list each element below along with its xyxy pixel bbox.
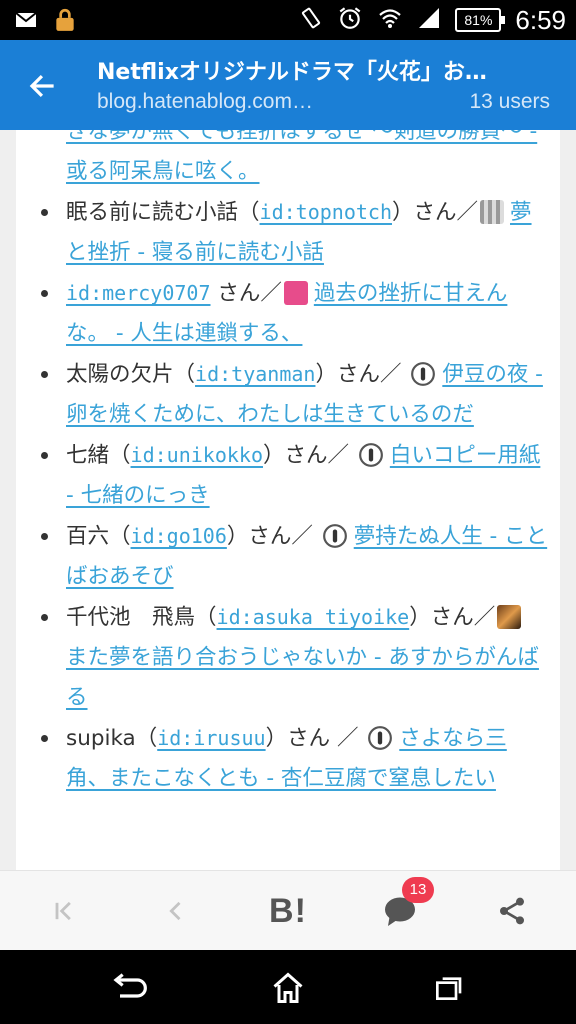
bottom-toolbar: B! [0,870,576,950]
hatena-bookmark-button[interactable]: B! [258,881,318,941]
hatena-blog-icon [410,361,436,387]
system-nav-bar [0,950,576,1024]
content-area: きな夢が無くても挫折はするぜ ～剣道の勝負～ - 或る阿呆鳥に呟く。 眠る前に読… [0,130,576,870]
page-title: Netflixオリジナルドラマ「火花」お… [97,60,487,85]
user-id-link[interactable]: id:topnotch [260,200,392,224]
user-name: supika [66,726,136,751]
nav-back-button[interactable] [98,960,158,1016]
first-page-icon [55,901,71,921]
app-bar: Netflixオリジナルドラマ「火花」お… blog.hatenablog.co… [0,40,576,130]
user-name: 太陽の欠片 [66,362,174,387]
recents-icon [436,977,462,1000]
home-icon [273,972,303,1003]
vibrate-icon [299,6,323,34]
comment-count-badge: 13 [402,877,434,903]
signal-icon [417,6,441,34]
back-button[interactable] [18,62,66,110]
hatena-bookmark-icon: B! [269,891,307,930]
list-item: きな夢が無くても挫折はするぜ ～剣道の勝負～ - 或る阿呆鳥に呟く。 [16,130,560,192]
wifi-icon [377,6,403,34]
first-page-button[interactable] [34,881,94,941]
alarm-icon [337,5,363,35]
lock-icon [52,7,78,37]
user-name: 百六 [66,524,110,549]
share-button[interactable] [482,881,542,941]
hatena-blog-icon [367,725,393,751]
user-id-link[interactable]: id:go106 [131,524,227,548]
battery-icon: 81% [455,8,506,32]
back-nav-icon [113,973,147,998]
hatena-blog-icon [322,523,348,549]
prev-icon [169,901,181,921]
share-icon [500,897,524,925]
blog-favicon-icon [480,200,505,224]
nav-home-button[interactable] [258,960,318,1016]
nav-recents-button[interactable] [418,960,478,1016]
article-card: きな夢が無くても挫折はするぜ ～剣道の勝負～ - 或る阿呆鳥に呟く。 眠る前に読… [16,130,560,870]
user-name: 眠る前に読む小話 [66,200,239,225]
related-entries-list: きな夢が無くても挫折はするぜ ～剣道の勝負～ - 或る阿呆鳥に呟く。 眠る前に読… [16,130,560,799]
list-item: supika（id:irusuu）さん ／ さよなら三角、またこなくとも - 杏… [16,718,560,799]
user-id-link[interactable]: id:irusuu [157,726,265,750]
users-count[interactable]: 13 users [469,90,550,114]
page-url: blog.hatenablog.com… [97,90,313,113]
entry-link[interactable]: また夢を語り合おうじゃないか - あすからがんばる [66,645,539,710]
list-item: 眠る前に読む小話（id:topnotch）さん／ 夢と挫折 - 寝る前に読む小話 [16,192,560,273]
user-name: 七緒 [66,443,110,468]
user-id-link[interactable]: id:unikokko [131,443,263,467]
hatena-blog-icon [358,442,384,468]
user-id-link[interactable]: id:asuka_tiyoike [217,605,410,629]
user-name: 千代池 飛鳥 [66,605,196,630]
entry-link[interactable]: きな夢が無くても挫折はするぜ ～剣道の勝負～ - 或る阿呆鳥に呟く。 [66,130,537,184]
status-bar: 81% 6:59 [0,0,576,40]
list-item: id:mercy0707 さん／ 過去の挫折に甘えんな。 - 人生は連鎖する、 [16,273,560,354]
list-item: 千代池 飛鳥（id:asuka_tiyoike）さん／また夢を語り合おうじゃない… [16,597,560,718]
user-id-link[interactable]: id:tyanman [195,362,315,386]
list-item: 百六（id:go106）さん／ 夢持たぬ人生 - ことばおあそび [16,516,560,597]
blog-favicon-icon [283,281,308,305]
blog-favicon-icon [497,605,522,629]
arrow-left-icon [29,74,54,98]
list-item: 太陽の欠片（id:tyanman）さん／ 伊豆の夜 - 卵を焼くために、わたしは… [16,354,560,435]
mail-icon [14,8,38,36]
prev-button[interactable] [146,881,206,941]
list-item: 七緒（id:unikokko）さん／ 白いコピー用紙 - 七緒のにっき [16,435,560,516]
clock: 6:59 [515,4,566,35]
user-id-link[interactable]: id:mercy0707 [66,281,211,305]
